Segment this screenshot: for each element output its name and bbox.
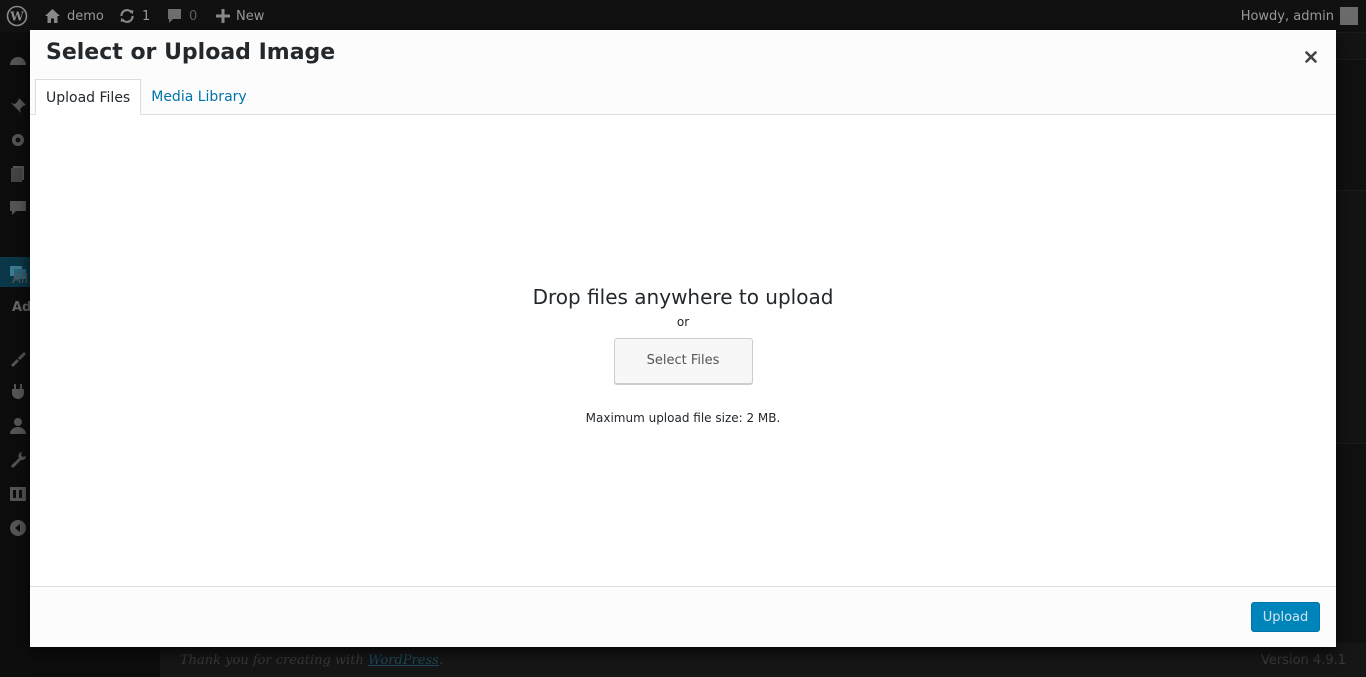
pages-icon[interactable] — [9, 165, 27, 183]
modal-title: Select or Upload Image — [46, 40, 336, 65]
users-icon[interactable] — [9, 417, 27, 435]
footer-prefix: Thank you for creating with — [180, 653, 368, 668]
settings-icon[interactable] — [9, 485, 27, 503]
tab-upload-files[interactable]: Upload Files — [35, 79, 142, 116]
collapse-menu-icon[interactable] — [9, 519, 27, 537]
drop-zone[interactable]: Drop files anywhere to upload or Select … — [30, 285, 1336, 425]
gear-icon[interactable] — [9, 131, 27, 149]
updates-link[interactable]: 1 — [118, 0, 150, 32]
greeting: Howdy, admin — [1240, 8, 1334, 24]
close-icon — [1305, 51, 1317, 63]
background-panel — [1335, 190, 1366, 444]
tab-media-library[interactable]: Media Library — [141, 79, 256, 115]
footer-thanks: Thank you for creating with WordPress. — [180, 653, 443, 668]
site-name: demo — [67, 8, 104, 24]
refresh-icon — [118, 7, 136, 25]
sidebar-item-all[interactable]: All — [12, 272, 28, 287]
comments-count: 0 — [189, 8, 198, 24]
max-upload-size: Maximum upload file size: 2 MB. — [585, 411, 781, 425]
modal-toolbar: Upload — [30, 586, 1336, 647]
or-separator: or — [676, 315, 690, 329]
updates-count: 1 — [142, 8, 151, 24]
upload-button[interactable]: Upload — [1251, 602, 1320, 632]
plus-icon — [216, 9, 230, 23]
sidebar-item-add[interactable]: Ad — [12, 300, 31, 315]
media-modal: Select or Upload Image Upload Files Medi… — [30, 30, 1336, 647]
wordpress-logo-icon[interactable]: W — [6, 0, 28, 32]
select-files-button[interactable]: Select Files — [613, 338, 753, 384]
pin-icon[interactable] — [9, 97, 27, 115]
modal-tabs: Upload Files Media Library — [35, 79, 257, 116]
svg-text:W: W — [9, 10, 24, 24]
tools-icon[interactable] — [9, 451, 27, 469]
footer-wordpress-link[interactable]: WordPress — [368, 653, 439, 668]
comments-link[interactable]: 0 — [166, 0, 197, 32]
screen-options-tab — [1335, 32, 1366, 60]
appearance-icon[interactable] — [9, 349, 27, 367]
footer-suffix: . — [438, 653, 443, 668]
modal-header: Select or Upload Image Upload Files Medi… — [30, 30, 1336, 116]
close-button[interactable] — [1298, 44, 1324, 70]
admin-bar: W demo 1 0 New Howdy, admin — [0, 0, 1366, 32]
comments-menu-icon[interactable] — [9, 199, 27, 217]
site-name-link[interactable]: demo — [44, 0, 104, 32]
new-content-link[interactable]: New — [216, 0, 264, 32]
footer-version: Version 4.9.1 — [1260, 653, 1346, 668]
admin-footer: Thank you for creating with WordPress. V… — [160, 643, 1366, 677]
avatar — [1340, 7, 1358, 25]
plugins-icon[interactable] — [9, 383, 27, 401]
drop-instructions: Drop files anywhere to upload — [532, 285, 834, 309]
dashboard-icon[interactable] — [9, 52, 27, 70]
my-account-link[interactable]: Howdy, admin — [1241, 0, 1358, 32]
new-label: New — [236, 8, 265, 24]
home-icon — [44, 8, 61, 24]
upload-area[interactable]: Drop files anywhere to upload or Select … — [30, 115, 1336, 586]
comment-icon — [166, 8, 183, 24]
